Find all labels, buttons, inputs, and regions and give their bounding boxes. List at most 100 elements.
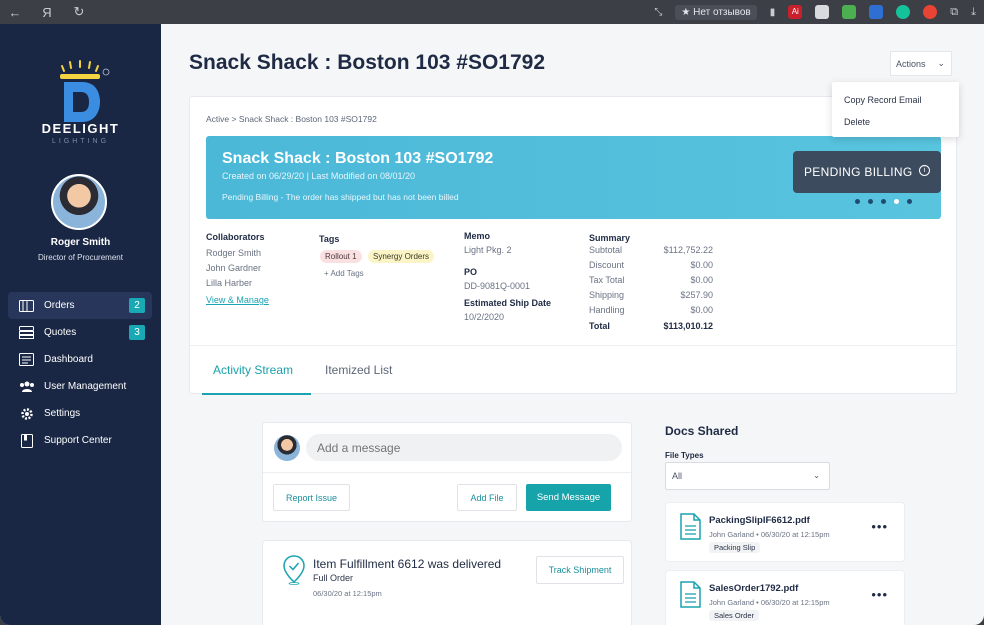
activity-title: Item Fulfillment 6612 was delivered: [313, 557, 502, 571]
doc-name[interactable]: PackingSlipIF6612.pdf: [709, 515, 810, 526]
tag-synergy[interactable]: Synergy Orders: [368, 250, 435, 263]
download-extension-icon[interactable]: [842, 5, 857, 19]
download-icon[interactable]: ⤓: [971, 6, 976, 19]
more-options-icon[interactable]: •••: [871, 519, 888, 534]
doc-name[interactable]: SalesOrder1792.pdf: [709, 583, 798, 594]
memo-value: Light Pkg. 2: [464, 245, 512, 255]
reload-icon[interactable]: ↻: [72, 4, 86, 20]
summary-label: Shipping: [589, 290, 625, 300]
grammarly-extension-icon[interactable]: [896, 5, 911, 19]
more-options-icon[interactable]: •••: [871, 587, 888, 602]
add-file-button[interactable]: Add File: [457, 484, 517, 511]
summary-title: Summary: [589, 233, 631, 243]
brand-sub: LIGHTING: [51, 138, 110, 145]
docs-shared-title: Docs Shared: [665, 424, 739, 438]
step-dot: [907, 199, 912, 204]
pin-icon[interactable]: ⤡: [654, 7, 662, 18]
tab-itemized-list[interactable]: Itemized List: [325, 363, 392, 377]
view-manage-link[interactable]: View & Manage: [206, 295, 269, 305]
summary-value: $257.90: [680, 290, 713, 300]
sidebar-item-label: Settings: [44, 408, 81, 419]
collaborator-item: Lilla Harber: [206, 278, 253, 288]
tag-rollout[interactable]: Rollout 1: [320, 250, 362, 263]
book-icon: [18, 433, 35, 448]
divider: [263, 472, 631, 473]
message-composer: Report Issue Add File Send Message: [262, 422, 632, 522]
extensions-icon[interactable]: ⧉: [950, 6, 958, 19]
doc-tag: Sales Order: [709, 610, 760, 621]
actions-label: Actions: [896, 58, 926, 69]
add-tags-link[interactable]: + Add Tags: [324, 269, 364, 278]
sidebar-item-label: Orders: [44, 300, 75, 311]
ship-date-value: 10/2/2020: [464, 312, 505, 322]
translate-extension-icon[interactable]: [815, 5, 830, 19]
summary-total-value: $113,010.12: [663, 321, 713, 331]
status-label: PENDING BILLING: [804, 165, 913, 179]
page-title: Snack Shack : Boston 103 #SO1792: [189, 51, 546, 74]
quotes-count-badge: 3: [129, 325, 145, 340]
location-pin-icon: [283, 555, 305, 585]
file-types-select[interactable]: All ⌄: [665, 462, 830, 490]
order-card: Active > Snack Shack : Boston 103 #SO179…: [189, 96, 957, 395]
actions-button[interactable]: Actions ⌄: [890, 51, 952, 76]
summary-label: Handling: [589, 305, 625, 315]
deelight-logo: [60, 60, 110, 122]
summary-value: $0.00: [690, 260, 713, 270]
activity-subtitle: Full Order: [313, 573, 354, 583]
step-dot: [855, 199, 860, 204]
breadcrumb[interactable]: Active > Snack Shack : Boston 103 #SO179…: [206, 114, 377, 124]
dashboard-icon: [18, 353, 35, 367]
back-icon[interactable]: ←: [8, 5, 22, 20]
summary-total-label: Total: [589, 321, 610, 331]
yandex-icon[interactable]: Я: [40, 5, 54, 20]
step-dot: [881, 199, 886, 204]
step-dot-active: [894, 199, 899, 204]
office-extension-icon[interactable]: [869, 5, 884, 19]
sidebar-menu: Orders 2 Quotes 3 Dashboard User Managem…: [8, 292, 152, 454]
browser-toolbar: ← Я ↻ ⤡ ★ Нет отзывов ▮ Ai ⧉ ⤓: [0, 0, 984, 24]
gear-icon: [18, 407, 35, 421]
sidebar-item-dashboard[interactable]: Dashboard: [8, 346, 152, 373]
sidebar: DEELIGHT LIGHTING Roger Smith Director o…: [0, 24, 161, 625]
tab-activity-stream[interactable]: Activity Stream: [213, 363, 293, 377]
users-icon: [18, 380, 35, 394]
actions-dropdown: Copy Record Email Delete: [832, 82, 959, 137]
orders-count-badge: 2: [129, 298, 145, 313]
orders-icon: [18, 299, 35, 313]
google-extension-icon[interactable]: [923, 5, 938, 19]
doc-item[interactable]: SalesOrder1792.pdf John Garland • 06/30/…: [665, 570, 905, 625]
send-message-button[interactable]: Send Message: [526, 484, 611, 511]
activity-item: Item Fulfillment 6612 was delivered Full…: [262, 540, 632, 625]
bookmark-icon[interactable]: ▮: [770, 7, 776, 18]
sidebar-item-user-management[interactable]: User Management: [8, 373, 152, 400]
sidebar-item-settings[interactable]: Settings: [8, 400, 152, 427]
collaborator-item: Rodger Smith: [206, 248, 262, 258]
sidebar-item-orders[interactable]: Orders 2: [8, 292, 152, 319]
summary-value: $112,752.22: [663, 245, 713, 255]
po-value: DD-9081Q-0001: [464, 281, 531, 291]
report-issue-button[interactable]: Report Issue: [273, 484, 350, 511]
file-types-value: All: [672, 471, 683, 481]
copy-record-email-item[interactable]: Copy Record Email: [844, 95, 922, 105]
ship-date-title: Estimated Ship Date: [464, 298, 552, 308]
po-title: PO: [464, 267, 478, 277]
track-shipment-button[interactable]: Track Shipment: [536, 556, 624, 584]
sidebar-item-label: Support Center: [44, 435, 112, 446]
quotes-icon: [18, 326, 35, 340]
banner-title: Snack Shack : Boston 103 #SO1792: [222, 150, 494, 167]
message-input[interactable]: [306, 434, 622, 461]
chevron-down-icon: ⌄: [813, 471, 820, 480]
sidebar-item-support-center[interactable]: Support Center: [8, 427, 152, 454]
avatar[interactable]: [51, 174, 107, 230]
avatar: [274, 435, 300, 461]
reviews-badge[interactable]: ★ Нет отзывов: [675, 4, 757, 20]
sidebar-item-quotes[interactable]: Quotes 3: [8, 319, 152, 346]
delete-item[interactable]: Delete: [844, 117, 870, 127]
app-window: DEELIGHT LIGHTING Roger Smith Director o…: [0, 24, 984, 625]
adobe-extension-icon[interactable]: Ai: [788, 5, 803, 19]
sidebar-item-label: Dashboard: [44, 354, 93, 365]
doc-item[interactable]: PackingSlipIF6612.pdf John Garland • 06/…: [665, 502, 905, 562]
step-dot: [868, 199, 873, 204]
info-icon[interactable]: i: [919, 165, 930, 176]
status-badge: PENDING BILLING i: [793, 151, 941, 193]
